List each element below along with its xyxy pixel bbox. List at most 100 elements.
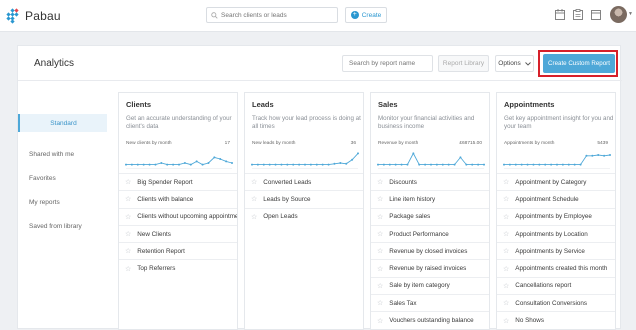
report-name: Discounts [389, 178, 417, 186]
star-icon[interactable]: ☆ [377, 317, 383, 325]
star-icon[interactable]: ☆ [377, 247, 383, 255]
star-icon[interactable]: ☆ [377, 178, 383, 186]
star-icon[interactable]: ☆ [503, 230, 509, 238]
report-item[interactable]: ☆ Clients without upcoming appointments [119, 207, 237, 225]
report-item[interactable]: ☆ Appointment Schedule [497, 190, 615, 207]
sidebar-item-favorites[interactable]: Favorites [29, 175, 56, 182]
report-item[interactable]: ☆ New Clients [119, 224, 237, 242]
star-icon[interactable]: ☆ [503, 299, 509, 307]
star-icon[interactable]: ☆ [503, 247, 509, 255]
report-name: Appointments created this month [515, 265, 608, 273]
star-icon[interactable]: ☆ [377, 230, 383, 238]
brand-logo[interactable]: Pabau [5, 8, 61, 24]
report-item[interactable]: ☆ Top Referrers [119, 259, 237, 276]
star-icon[interactable]: ☆ [503, 317, 509, 325]
sidebar-item-standard[interactable]: Standard [18, 114, 107, 132]
sparkline-point [430, 163, 432, 166]
report-item[interactable]: ☆ No Shows [497, 311, 615, 328]
star-icon[interactable]: ☆ [503, 265, 509, 273]
metric-label: New leads by month [252, 141, 296, 146]
star-icon[interactable]: ☆ [125, 265, 131, 273]
star-icon[interactable]: ☆ [377, 265, 383, 273]
report-name: Product Performance [389, 230, 449, 238]
star-icon[interactable]: ☆ [125, 195, 131, 203]
create-button[interactable]: + Create [345, 7, 387, 23]
report-item[interactable]: ☆ Revenue by raised invoices [371, 259, 489, 276]
report-search-input[interactable] [342, 55, 433, 72]
page-title: Analytics [34, 58, 75, 69]
report-item[interactable]: ☆ Leads by Source [245, 190, 363, 207]
report-item[interactable]: ☆ Retention Report [119, 242, 237, 259]
user-avatar[interactable] [610, 6, 627, 23]
star-icon[interactable]: ☆ [125, 213, 131, 221]
sparkline-point [526, 163, 529, 166]
report-name: Appointment Schedule [515, 195, 579, 203]
sidebar-item-shared-with-me[interactable]: Shared with me [29, 151, 74, 158]
report-item[interactable]: ☆ Consultation Conversions [497, 294, 615, 311]
global-search-input[interactable] [221, 11, 331, 19]
star-icon[interactable]: ☆ [503, 213, 509, 221]
star-icon[interactable]: ☆ [125, 230, 131, 238]
star-icon[interactable]: ☆ [377, 195, 383, 203]
star-icon[interactable]: ☆ [503, 195, 509, 203]
report-item[interactable]: ☆ Revenue by closed invoices [371, 242, 489, 259]
report-item[interactable]: ☆ Appointment by Category [497, 173, 615, 190]
sparkline-point [459, 156, 462, 159]
report-item[interactable]: ☆ Appointments by Location [497, 224, 615, 242]
report-item[interactable]: ☆ Appointments by Service [497, 242, 615, 259]
star-icon[interactable]: ☆ [503, 282, 509, 290]
sparkline-point [280, 163, 283, 166]
star-icon[interactable]: ☆ [503, 178, 509, 186]
card-description: Monitor your financial activities and bu… [378, 115, 475, 130]
report-library-button[interactable]: Report Library [438, 55, 489, 72]
sparkline-point [333, 162, 336, 165]
report-item[interactable]: ☆ Vouchers outstanding balance [371, 311, 489, 328]
report-name: New Clients [137, 230, 171, 238]
sparkline-point [183, 162, 186, 164]
report-name: Leads by Source [263, 195, 311, 203]
star-icon[interactable]: ☆ [251, 195, 257, 203]
card-title: Sales [378, 100, 398, 109]
sparkline-line [378, 152, 484, 166]
sparkline-point [327, 163, 330, 166]
sparkline-point [136, 163, 139, 166]
window-icon[interactable] [591, 9, 601, 20]
report-item[interactable]: ☆ Sales Tax [371, 294, 489, 311]
report-item[interactable]: ☆ Converted Leads [245, 173, 363, 190]
chevron-down-icon [524, 61, 531, 66]
star-icon[interactable]: ☆ [377, 299, 383, 307]
sparkline-point [315, 163, 318, 166]
report-item[interactable]: ☆ Sale by item category [371, 276, 489, 294]
star-icon[interactable]: ☆ [125, 247, 131, 255]
sparkline-point [597, 154, 600, 156]
star-icon[interactable]: ☆ [251, 178, 257, 186]
calendar-icon[interactable] [555, 9, 565, 20]
report-item[interactable]: ☆ Appointments by Employee [497, 207, 615, 225]
create-custom-report-button[interactable]: Create Custom Report [543, 54, 615, 73]
report-item[interactable]: ☆ Big Spender Report [119, 173, 237, 190]
report-name: Cancellations report [515, 282, 572, 290]
report-item[interactable]: ☆ Open Leads [245, 207, 363, 225]
report-item[interactable]: ☆ Product Performance [371, 224, 489, 242]
sparkline-point [418, 163, 421, 166]
report-item[interactable]: ☆ Line item history [371, 190, 489, 207]
card-sales: Sales Monitor your financial activities a… [370, 92, 490, 330]
report-item[interactable]: ☆ Clients with balance [119, 190, 237, 207]
global-search[interactable] [206, 7, 338, 23]
sparkline [125, 156, 233, 169]
sparkline-point [603, 154, 606, 157]
sidebar-item-saved-from-library[interactable]: Saved from library [29, 223, 82, 230]
report-item[interactable]: ☆ Discounts [371, 173, 489, 190]
clipboard-icon[interactable] [573, 9, 583, 20]
star-icon[interactable]: ☆ [251, 213, 257, 221]
star-icon[interactable]: ☆ [125, 178, 131, 186]
options-dropdown[interactable]: Options [495, 55, 534, 72]
report-item[interactable]: ☆ Appointments created this month [497, 259, 615, 276]
star-icon[interactable]: ☆ [377, 213, 383, 221]
report-item[interactable]: ☆ Cancellations report [497, 276, 615, 294]
chevron-down-icon[interactable]: ▼ [628, 11, 633, 17]
sparkline [251, 152, 359, 169]
sidebar-item-my-reports[interactable]: My reports [29, 199, 60, 206]
report-item[interactable]: ☆ Package sales [371, 207, 489, 225]
star-icon[interactable]: ☆ [377, 282, 383, 290]
